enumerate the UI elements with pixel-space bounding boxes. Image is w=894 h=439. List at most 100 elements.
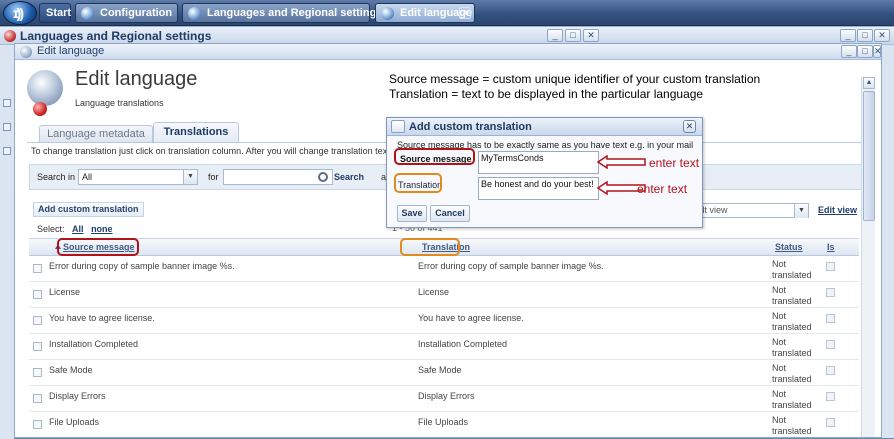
page-title: Edit language	[75, 68, 198, 90]
select-row: Select: All none	[37, 224, 113, 234]
row-checkbox[interactable]	[33, 394, 42, 403]
tab-translations[interactable]: Translations	[153, 122, 239, 142]
tab-language-metadata[interactable]: Language metadata	[39, 125, 153, 142]
table-row[interactable]: Installation Completed Installation Compl…	[29, 334, 859, 360]
search-in-label: Search in	[37, 172, 76, 182]
view-select[interactable]: fault view ▼	[685, 203, 809, 218]
sidebar-handle[interactable]	[3, 123, 11, 131]
row-checkbox[interactable]	[33, 290, 42, 299]
help-text: To change translation just click on tran…	[31, 146, 389, 156]
sidebar-handle[interactable]	[3, 99, 11, 107]
row-checkbox[interactable]	[33, 420, 42, 429]
app-logo-icon[interactable]: ɪ))	[3, 1, 37, 25]
save-button[interactable]: Save	[397, 205, 427, 222]
cell-translation[interactable]: Safe Mode	[418, 365, 462, 375]
cell-is-checkbox[interactable]	[826, 418, 835, 427]
maximize-icon[interactable]: □	[565, 29, 581, 42]
chevron-down-icon[interactable]: ▼	[794, 204, 808, 218]
search-in-select[interactable]: All ▼	[78, 169, 198, 185]
globe-icon	[188, 7, 201, 20]
cell-is-checkbox[interactable]	[826, 288, 835, 297]
note-line: Source message = custom unique identifie…	[389, 72, 761, 86]
task-languages-regional[interactable]: Languages and Regional settings	[182, 3, 382, 23]
window-titlebar: Edit language _ □ ✕	[15, 44, 882, 60]
maximize-icon[interactable]: □	[857, 29, 873, 42]
scroll-up-icon[interactable]: ▲	[863, 77, 875, 89]
status-line: translated	[772, 426, 812, 436]
status-line: translated	[772, 374, 812, 384]
globe-icon	[381, 7, 394, 20]
table-row[interactable]: You have to agree license. You have to ag…	[29, 308, 859, 334]
window-title: Languages and Regional settings	[20, 29, 212, 43]
start-button[interactable]: Start	[39, 3, 71, 23]
close-icon[interactable]: ✕	[583, 29, 599, 42]
annotation-enter-text: enter text	[649, 156, 700, 170]
row-checkbox[interactable]	[33, 342, 42, 351]
cell-is-checkbox[interactable]	[826, 262, 835, 271]
cell-status: Not translated	[772, 337, 822, 359]
source-message-input[interactable]: MyTermsConds	[478, 151, 599, 174]
annotation-box-translation	[400, 238, 460, 256]
select-value: All	[82, 172, 93, 182]
annotation-box-dialog-source	[394, 148, 475, 165]
cell-is-checkbox[interactable]	[826, 340, 835, 349]
scroll-thumb[interactable]	[863, 91, 875, 221]
status-line: Not	[772, 363, 787, 373]
table-row[interactable]: File Uploads File Uploads Not translated	[29, 412, 859, 437]
globe-icon	[4, 30, 16, 42]
cell-translation[interactable]: Error during copy of sample banner image…	[418, 261, 604, 271]
cell-translation[interactable]: You have to agree license.	[418, 313, 524, 323]
translation-input[interactable]: Be honest and do your best!	[478, 177, 599, 200]
vertical-scrollbar[interactable]: ▲	[861, 77, 875, 437]
table-row[interactable]: License License Not translated	[29, 282, 859, 308]
cell-status: Not translated	[772, 415, 822, 437]
close-icon[interactable]: ✕	[874, 29, 890, 42]
cell-translation[interactable]: License	[418, 287, 449, 297]
search-button[interactable]: Search	[316, 169, 380, 186]
close-icon[interactable]: ✕	[459, 7, 471, 19]
cell-translation[interactable]: Installation Completed	[418, 339, 507, 349]
row-checkbox[interactable]	[33, 264, 42, 273]
table-row[interactable]: Error during copy of sample banner image…	[29, 256, 859, 282]
flag-badge-icon	[33, 102, 47, 116]
minimize-icon[interactable]: _	[840, 29, 856, 42]
column-is[interactable]: Is	[827, 242, 835, 252]
status-line: Not	[772, 311, 787, 321]
cell-is-checkbox[interactable]	[826, 314, 835, 323]
status-line: translated	[772, 270, 812, 280]
table-row[interactable]: Display Errors Display Errors Not translate…	[29, 386, 859, 412]
maximize-icon[interactable]: □	[857, 45, 873, 58]
cell-status: Not translated	[772, 363, 822, 385]
annotation-box-dialog-translation	[394, 173, 442, 193]
cancel-button[interactable]: Cancel	[430, 205, 470, 222]
task-configuration[interactable]: Configuration	[75, 3, 178, 23]
cell-is-checkbox[interactable]	[826, 392, 835, 401]
search-icon	[318, 172, 328, 182]
task-edit-language[interactable]: Edit language ✕	[375, 3, 475, 23]
minimize-icon[interactable]: _	[547, 29, 563, 42]
table-row[interactable]: Safe Mode Safe Mode Not translated	[29, 360, 859, 386]
status-line: Not	[772, 259, 787, 269]
status-line: Not	[772, 389, 787, 399]
row-checkbox[interactable]	[33, 316, 42, 325]
cell-source-message: File Uploads	[49, 417, 100, 427]
translations-grid: Source message Translation Status Is Err…	[29, 238, 859, 437]
cell-translation[interactable]: File Uploads	[418, 417, 468, 427]
row-checkbox[interactable]	[33, 368, 42, 377]
add-custom-translation-button[interactable]: Add custom translation	[33, 202, 144, 217]
minimize-icon[interactable]: _	[841, 45, 857, 58]
column-status[interactable]: Status	[775, 242, 803, 252]
status-line: Not	[772, 337, 787, 347]
chevron-down-icon[interactable]: ▼	[183, 170, 197, 184]
close-icon[interactable]: ✕	[873, 45, 882, 58]
close-icon[interactable]: ✕	[683, 120, 696, 133]
edit-view-link[interactable]: Edit view	[818, 205, 857, 215]
cell-is-checkbox[interactable]	[826, 366, 835, 375]
language-gear-icon	[27, 70, 63, 106]
select-none-link[interactable]: none	[91, 224, 113, 234]
search-icon	[81, 7, 94, 20]
cell-translation[interactable]: Display Errors	[418, 391, 475, 401]
select-all-link[interactable]: All	[72, 224, 84, 234]
page-subtitle: Language translations	[75, 98, 164, 108]
sidebar-handle[interactable]	[3, 147, 11, 155]
